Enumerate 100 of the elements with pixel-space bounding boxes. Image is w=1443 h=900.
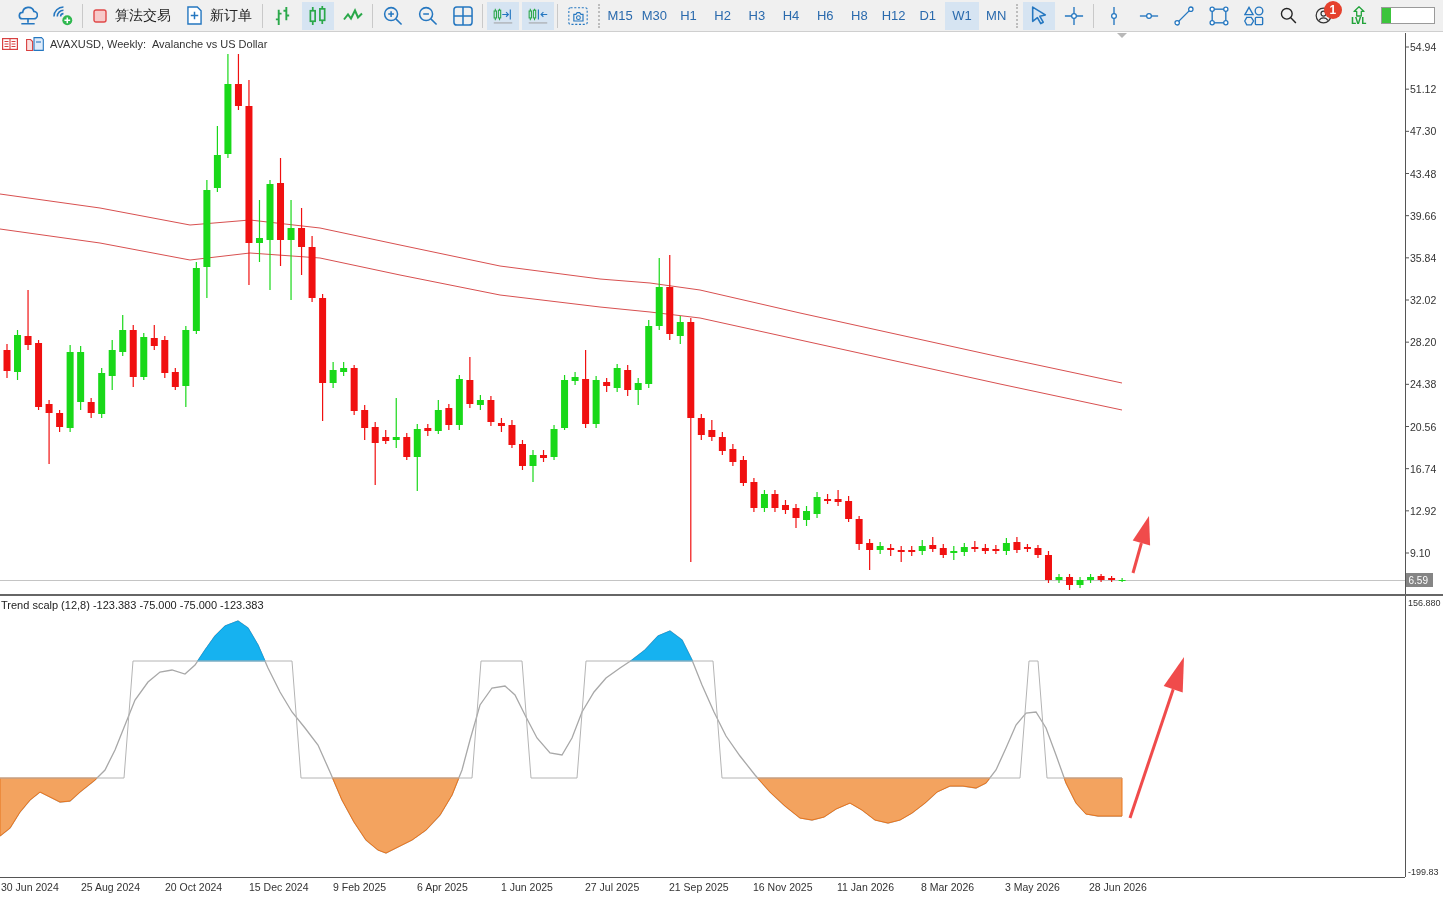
auto-scroll-button[interactable] (486, 1, 519, 30)
falling-candle (350, 364, 358, 416)
falling-candle (508, 419, 516, 449)
rectangle-icon[interactable] (1208, 5, 1229, 26)
candlestick-button[interactable] (301, 1, 334, 30)
timeframe-tab[interactable]: H4 (773, 1, 809, 30)
falling-candle (466, 356, 474, 409)
timeframe-tab[interactable]: M30 (637, 1, 672, 30)
up-arrow-icon[interactable] (1352, 5, 1365, 17)
falling-candle (234, 53, 242, 111)
price-axis-label: 47.30 (1410, 125, 1437, 138)
rising-candle (529, 449, 537, 483)
falling-candle (487, 395, 495, 427)
arrow-annotation (1131, 516, 1151, 574)
cloud-icon[interactable] (17, 5, 38, 26)
rising-candle (571, 371, 579, 386)
price-axis-label: 32.02 (1410, 294, 1437, 306)
current-price-label: 6.59 (1406, 573, 1433, 587)
rising-candle (1055, 573, 1063, 584)
list-icon[interactable] (2, 38, 18, 50)
falling-candle (1066, 573, 1073, 591)
time-axis-label: 27 Jul 2025 (585, 881, 640, 893)
overbought-area (197, 620, 266, 662)
algo-trading-button[interactable]: 算法交易 (86, 1, 178, 30)
falling-candle (1034, 544, 1042, 559)
price-axis-label: 28.20 (1410, 336, 1437, 349)
falling-candle (424, 423, 432, 437)
zoom-in-icon[interactable] (382, 5, 403, 26)
timeframe-tab[interactable]: H8 (842, 1, 877, 30)
falling-candle (887, 543, 895, 557)
price-axis-label: 9.10 (1410, 547, 1431, 559)
timeframe-tab[interactable]: D1 (910, 1, 945, 30)
price-axis-label: 54.94 (1410, 41, 1437, 53)
timeframe-tab[interactable]: H12 (876, 1, 911, 30)
timeframe-tab[interactable]: H2 (705, 1, 740, 30)
falling-candle (750, 477, 758, 513)
time-axis-label: 20 Oct 2024 (165, 881, 223, 893)
rising-candle (340, 361, 348, 377)
rising-candle (256, 199, 263, 263)
cursor-button[interactable] (1022, 1, 1055, 30)
grid-icon[interactable] (452, 5, 473, 26)
time-axis-label: 16 Nov 2025 (753, 881, 813, 893)
overbought-area (630, 630, 693, 662)
falling-candle (729, 443, 737, 467)
falling-candle (540, 449, 547, 463)
falling-candle (403, 432, 411, 461)
account-button[interactable]: 1 (1307, 1, 1340, 30)
trend-line-icon[interactable] (1173, 5, 1194, 26)
signals-add-icon[interactable] (52, 5, 73, 26)
price-axis-label: 16.74 (1410, 462, 1437, 475)
falling-candle (371, 421, 379, 486)
rising-candle (645, 319, 653, 389)
price-axis-label: 51.12 (1410, 83, 1437, 96)
falling-candle (24, 289, 32, 351)
falling-candle (792, 503, 800, 529)
new-order-button[interactable]: 新订单 (180, 1, 259, 30)
candlestick-icon[interactable] (307, 5, 328, 26)
rising-candle (119, 314, 127, 357)
timeframe-tab[interactable]: H3 (739, 1, 774, 30)
falling-candle (519, 439, 526, 471)
timeframe-tab[interactable]: M15 (603, 1, 638, 30)
timeframe-tab[interactable]: H6 (808, 1, 843, 30)
timeframe-tab[interactable]: W1 (944, 1, 980, 30)
price-axis-label: 24.38 (1410, 378, 1437, 391)
search-icon[interactable] (1280, 7, 1298, 24)
time-axis-label: 11 Jan 2026 (837, 881, 895, 893)
falling-candle (697, 413, 705, 441)
falling-candle (708, 419, 716, 442)
rising-candle (1118, 577, 1126, 583)
falling-candle (845, 495, 853, 523)
notification-badge: 1 (1323, 0, 1342, 19)
time-axis-label: 15 Dec 2024 (249, 881, 309, 893)
zoom-out-icon[interactable] (417, 5, 438, 26)
time-axis-label: 8 Mar 2026 (921, 881, 975, 893)
documents-icon[interactable] (26, 37, 44, 51)
new-document-icon[interactable] (187, 6, 202, 25)
falling-candle (382, 429, 390, 445)
indicator-title: Trend scalp (12,8) -123.383 -75.000 -75.000 -123.383 (1, 598, 264, 612)
chart-shift-button[interactable] (521, 1, 554, 30)
price-axis-label: 39.66 (1410, 209, 1437, 222)
stop-square-icon[interactable] (93, 8, 107, 23)
timeframe-tab[interactable]: MN (979, 1, 1014, 30)
falling-candle (782, 499, 789, 515)
falling-candle (866, 538, 874, 571)
oversold-area (1063, 777, 1123, 817)
falling-candle (361, 404, 369, 441)
crosshair-icon[interactable] (1063, 5, 1084, 26)
timeframe-tab[interactable]: H1 (671, 1, 706, 30)
falling-candle (929, 536, 937, 553)
rising-candle (561, 374, 569, 431)
camera-icon[interactable] (567, 5, 588, 26)
level-button[interactable]: LVL (1342, 1, 1375, 30)
rising-candle (140, 332, 148, 381)
falling-candle (771, 489, 779, 513)
falling-candle (150, 324, 158, 351)
shapes-icon[interactable] (1243, 5, 1264, 26)
rising-candle (592, 375, 600, 429)
falling-candle (1108, 575, 1116, 583)
falling-candle (624, 364, 632, 397)
falling-candle (939, 543, 947, 559)
